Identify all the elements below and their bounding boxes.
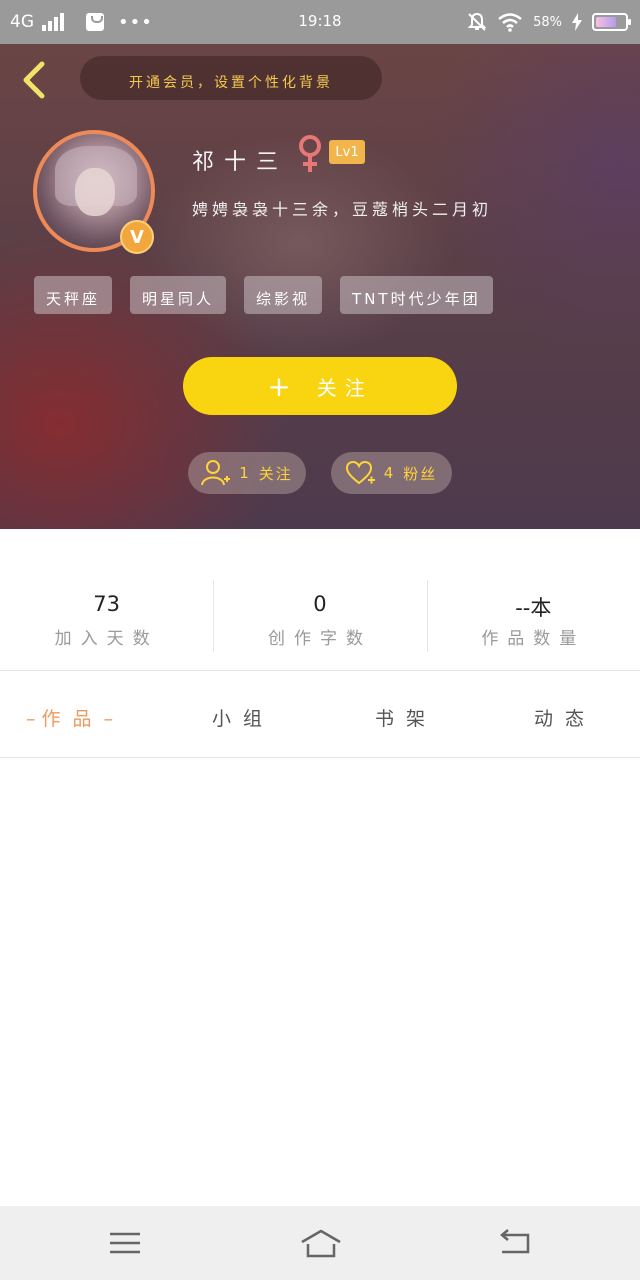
mute-bell-icon: [467, 12, 487, 31]
back-icon[interactable]: [496, 1226, 536, 1260]
follow-button[interactable]: + 关注: [183, 357, 457, 415]
vip-background-banner[interactable]: 开通会员，设置个性化背景: [80, 56, 382, 100]
system-nav-bar: [0, 1206, 640, 1280]
stat-word-count: 0 创作字数: [213, 580, 426, 654]
profile-stats: 73 加入天数 0 创作字数 --本 作品数量: [0, 580, 640, 654]
back-arrow-icon[interactable]: [18, 60, 52, 100]
home-icon[interactable]: [299, 1226, 343, 1260]
tag-item[interactable]: 明星同人: [130, 276, 227, 314]
charging-icon: [572, 13, 582, 31]
menu-icon[interactable]: [105, 1226, 145, 1260]
profile-screen: 4G ••• 19:18 58% 开通会员，设置个性化背景 V 祁十三 Lv1 …: [0, 0, 640, 1280]
stat-value: 0: [313, 592, 327, 616]
divider: [0, 757, 640, 758]
stat-label: 创作字数: [267, 629, 372, 649]
fans-pill[interactable]: 4 粉丝: [331, 452, 452, 494]
tab-feed[interactable]: 动态: [534, 704, 596, 731]
username: 祁十三: [192, 150, 289, 175]
fans-label: 粉丝: [403, 464, 438, 483]
battery-percent: 58%: [533, 14, 562, 30]
following-pill[interactable]: 1 关注: [188, 452, 306, 494]
status-right: 58%: [467, 0, 631, 44]
plus-icon: +: [267, 369, 291, 403]
profile-tabs: – 作品– 小组 书架 动态: [0, 694, 640, 744]
stat-value: --本: [515, 596, 552, 620]
stat-value: 73: [93, 592, 121, 616]
stat-label: 作品数量: [481, 629, 586, 649]
tab-bookshelf[interactable]: 书架: [375, 704, 437, 731]
heart-add-icon: [345, 460, 375, 485]
vip-badge: V: [120, 220, 154, 254]
tag-item[interactable]: TNT时代少年团: [340, 276, 493, 314]
follow-button-label: 关注: [316, 375, 373, 400]
tab-label: 作品: [41, 708, 104, 730]
tab-works[interactable]: – 作品–: [26, 704, 113, 731]
profile-header: 开通会员，设置个性化背景 V 祁十三 Lv1 娉娉袅袅十三余，豆蔻梢头二月初 天…: [0, 44, 640, 529]
following-label: 关注: [258, 464, 293, 483]
tag-item[interactable]: 综影视: [244, 276, 323, 314]
user-add-icon: [201, 460, 231, 486]
tag-item[interactable]: 天秤座: [34, 276, 113, 314]
following-count: 1: [239, 464, 251, 482]
stat-join-days: 73 加入天数: [0, 580, 213, 654]
user-bio: 娉娉袅袅十三余，豆蔻梢头二月初: [192, 200, 493, 219]
stat-works-count: --本 作品数量: [426, 580, 640, 654]
status-bar: 4G ••• 19:18 58%: [0, 0, 640, 44]
interest-tags: 天秤座 明星同人 综影视 TNT时代少年团: [34, 276, 493, 314]
divider: [0, 670, 640, 671]
tab-groups[interactable]: 小组: [212, 704, 274, 731]
battery-icon: [592, 13, 631, 31]
level-badge: Lv1: [329, 140, 365, 164]
female-gender-icon: [299, 135, 321, 172]
fans-count: 4: [383, 464, 396, 482]
stat-label: 加入天数: [54, 629, 159, 649]
wifi-icon: [498, 13, 522, 32]
